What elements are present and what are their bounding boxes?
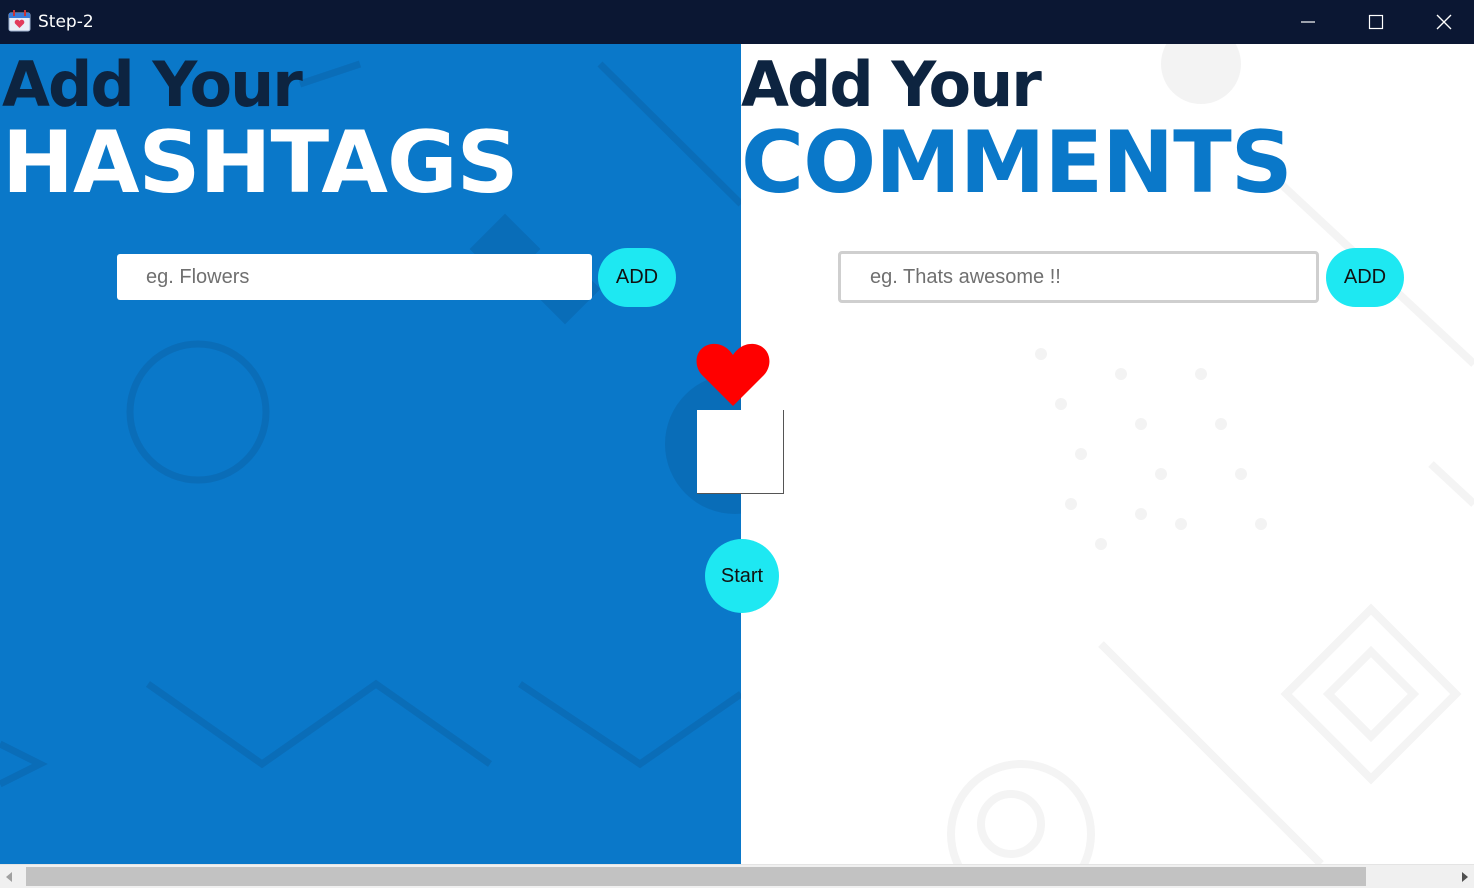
add-comment-button[interactable]: ADD [1326, 248, 1404, 307]
comments-heading-small: Add Your [741, 48, 1042, 121]
comment-input[interactable] [838, 251, 1319, 303]
scroll-right-icon[interactable] [1460, 871, 1470, 883]
heart-icon [696, 343, 770, 406]
window-title: Step-2 [38, 12, 94, 32]
start-button[interactable]: Start [705, 539, 779, 613]
preview-box [697, 410, 784, 494]
comments-heading: COMMENTS [741, 113, 1293, 213]
scroll-left-icon[interactable] [4, 871, 14, 883]
hashtag-input[interactable] [117, 254, 592, 300]
window-titlebar: Step-2 [0, 0, 1474, 44]
calendar-heart-icon [8, 10, 31, 32]
scrollbar-thumb[interactable] [26, 867, 1366, 886]
hashtags-panel: Add Your HASHTAGS ADD [0, 44, 741, 864]
add-hashtag-button[interactable]: ADD [598, 248, 676, 307]
close-icon [1436, 14, 1452, 30]
minimize-button[interactable] [1274, 0, 1342, 44]
maximize-icon [1368, 14, 1384, 30]
hashtags-heading: HASHTAGS [2, 113, 519, 213]
horizontal-scrollbar[interactable] [0, 864, 1474, 888]
minimize-icon [1301, 21, 1315, 23]
hashtags-heading-small: Add Your [2, 48, 303, 121]
maximize-button[interactable] [1342, 0, 1410, 44]
comments-panel: Add Your COMMENTS ADD [741, 44, 1474, 864]
close-button[interactable] [1410, 0, 1474, 44]
